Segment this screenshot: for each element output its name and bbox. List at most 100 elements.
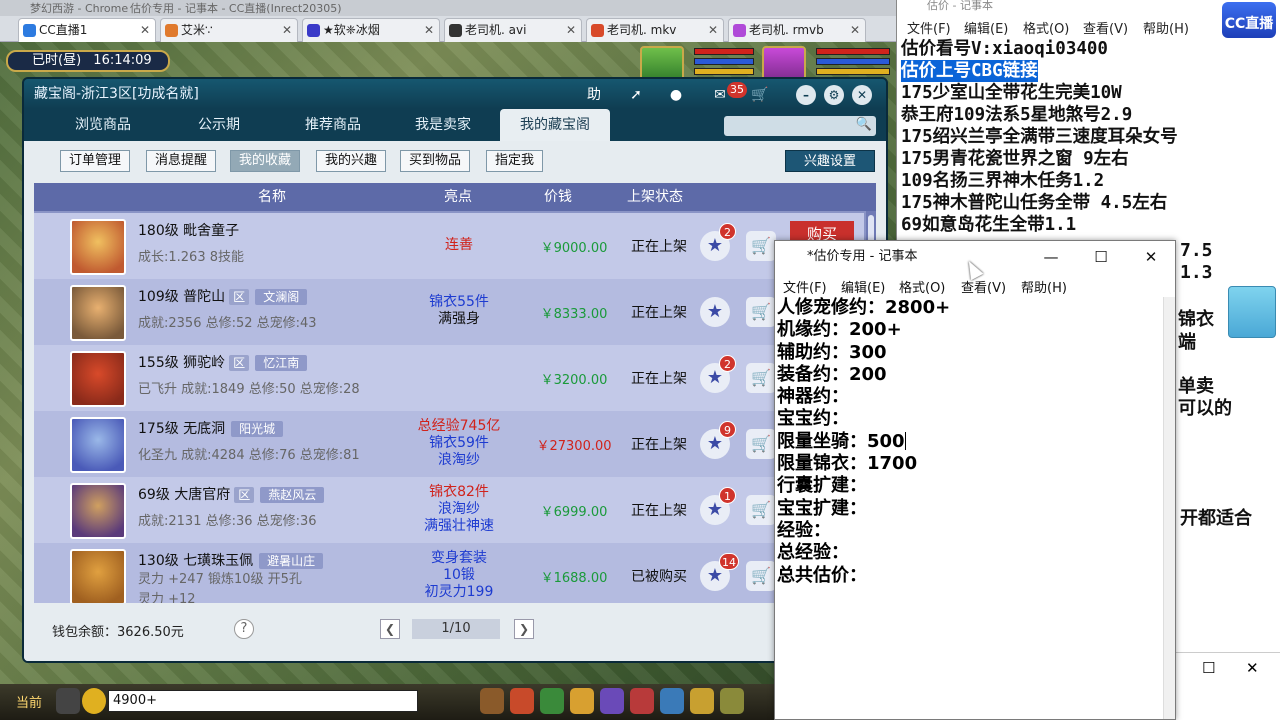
next-page-button[interactable]: ❯ — [514, 619, 534, 639]
table-row[interactable]: 180级 毗舍童子 成长:1.263 8技能 连善 ￥9000.00 正在上架 ★ 2 🛒 购买 — [34, 213, 864, 279]
add-to-cart-icon[interactable]: 🛒 — [746, 363, 776, 393]
add-to-cart-icon[interactable]: 🛒 — [746, 495, 776, 525]
item-name[interactable]: 175级 无底洞 阳光城 — [138, 418, 284, 438]
nav-tab[interactable]: 推荐商品 — [278, 109, 388, 141]
help-button[interactable]: 助 — [584, 85, 604, 105]
browser-tab[interactable]: 老司机. mkv ✕ — [586, 18, 724, 42]
browser-tab[interactable]: ★软❈冰烟 ✕ — [302, 18, 440, 42]
menu-file[interactable]: 文件(F) — [783, 277, 827, 296]
character-avatar[interactable] — [70, 549, 126, 603]
interest-settings-button[interactable]: 兴趣设置 — [785, 150, 875, 172]
bg-menu-file[interactable]: 文件(F) — [907, 18, 951, 37]
add-to-cart-icon[interactable]: 🛒 — [746, 429, 776, 459]
system-icon[interactable] — [660, 688, 684, 714]
search-input[interactable]: 🔍 — [724, 116, 876, 136]
add-to-cart-icon[interactable]: 🛒 — [746, 297, 776, 327]
prev-page-button[interactable]: ❮ — [380, 619, 400, 639]
item-name[interactable]: 155级 狮驼岭区忆江南 — [138, 352, 308, 372]
notepad-line: 宝宝约： — [777, 408, 1165, 430]
minimize-button[interactable]: — — [1027, 241, 1075, 273]
browser-tab[interactable]: 艾米∵ ✕ — [160, 18, 298, 42]
tab-label: 老司机. avi — [465, 23, 527, 37]
character-avatar[interactable] — [70, 483, 126, 539]
item-name-text: 69级 大唐官府 — [138, 487, 231, 503]
favorite-star-icon[interactable]: ★ — [700, 297, 730, 327]
nav-tab[interactable]: 我的藏宝阁 — [500, 109, 610, 141]
menu-format[interactable]: 格式(O) — [899, 277, 945, 296]
table-row[interactable]: 155级 狮驼岭区忆江南 已飞升 成就:1849 总修:50 总宠修:28 ￥320… — [34, 345, 864, 411]
tab-close-icon[interactable]: ✕ — [850, 19, 860, 41]
notepad-scrollbar[interactable] — [1163, 297, 1175, 719]
maximize-button[interactable]: ☐ — [1077, 241, 1125, 273]
item-name[interactable]: 180级 毗舍童子 — [138, 220, 239, 240]
search-icon[interactable]: 🔍 — [856, 117, 872, 132]
listing-status: 正在上架 — [631, 239, 687, 255]
tab-close-icon[interactable]: ✕ — [140, 19, 150, 41]
tab-close-icon[interactable]: ✕ — [424, 19, 434, 41]
skills-icon[interactable] — [510, 688, 534, 714]
minimize-icon[interactable]: – — [796, 85, 816, 105]
character-avatar[interactable] — [70, 351, 126, 407]
add-to-cart-icon[interactable]: 🛒 — [746, 561, 776, 591]
character-avatar[interactable] — [70, 285, 126, 341]
browser-tab[interactable]: CC直播1 ✕ — [18, 18, 156, 42]
guild-icon[interactable] — [630, 688, 654, 714]
emoji-icon[interactable] — [82, 688, 106, 714]
item-name[interactable]: 130级 七璜珠玉佩 避暑山庄 — [138, 550, 324, 570]
sub-tab-button[interactable]: 指定我 — [486, 150, 544, 172]
help-question-icon[interactable]: ? — [234, 619, 254, 639]
bg-close-icon[interactable]: ✕ — [1246, 659, 1259, 677]
notepad-line: 经验： — [777, 520, 1165, 542]
cart-icon[interactable]: 🛒 — [750, 85, 770, 105]
chat-input[interactable]: 4900+ — [108, 690, 418, 712]
sub-tab-button[interactable]: 我的收藏 — [230, 150, 301, 172]
chat-channel-label[interactable]: 当前 — [16, 692, 42, 711]
share-icon[interactable]: ➚ — [626, 85, 646, 105]
quest-icon[interactable] — [570, 688, 594, 714]
stop-icon[interactable]: ● — [666, 85, 686, 105]
notepad-text-area[interactable]: 人修宠修约：2800+ 机缘约：200+ 辅助约：300 装备约：200 神器约： 宝宝约… — [777, 297, 1165, 587]
browser-tab[interactable]: 老司机. rmvb ✕ — [728, 18, 866, 42]
menu-view[interactable]: 查看(V) — [961, 277, 1006, 296]
bg-maximize-icon[interactable]: ☐ — [1202, 659, 1215, 677]
bg-menu-view[interactable]: 查看(V) — [1083, 18, 1128, 37]
floating-widget[interactable] — [1228, 286, 1276, 338]
settings-icon[interactable]: ⚙ — [824, 85, 844, 105]
team-icon[interactable] — [540, 688, 564, 714]
bg-menu-help[interactable]: 帮助(H) — [1143, 18, 1189, 37]
shop-icon[interactable] — [690, 688, 714, 714]
bg-menu-format[interactable]: 格式(O) — [1023, 18, 1069, 37]
character-avatar[interactable] — [70, 219, 126, 275]
character-avatar[interactable] — [70, 417, 126, 473]
microphone-icon[interactable] — [56, 688, 80, 714]
item-name[interactable]: 69级 大唐官府区燕赵风云 — [138, 484, 325, 504]
tab-close-icon[interactable]: ✕ — [282, 19, 292, 41]
sub-tab-button[interactable]: 消息提醒 — [146, 150, 217, 172]
inventory-icon[interactable] — [480, 688, 504, 714]
item-price: ￥8333.00 — [540, 307, 608, 322]
item-price: ￥1688.00 — [540, 571, 608, 586]
close-icon[interactable]: ✕ — [852, 85, 872, 105]
sub-tab-button[interactable]: 买到物品 — [400, 150, 471, 172]
mail-icon[interactable] — [720, 688, 744, 714]
add-to-cart-icon[interactable]: 🛒 — [746, 231, 776, 261]
sub-tab-button[interactable]: 我的兴趣 — [316, 150, 387, 172]
nav-tab[interactable]: 我是卖家 — [388, 109, 498, 141]
menu-help[interactable]: 帮助(H) — [1021, 277, 1067, 296]
item-name[interactable]: 109级 普陀山区文澜阁 — [138, 286, 308, 306]
sub-tab-button[interactable]: 订单管理 — [60, 150, 131, 172]
tab-close-icon[interactable]: ✕ — [708, 19, 718, 41]
table-row[interactable]: 109级 普陀山区文澜阁 成就:2356 总修:52 总宠修:43 锦衣55件 满强身… — [34, 279, 864, 345]
bg-menu-edit[interactable]: 编辑(E) — [964, 18, 1008, 37]
table-row[interactable]: 130级 七璜珠玉佩 避暑山庄 灵力 +247 锻炼10级 开5孔 灵力 +12 变身套… — [34, 543, 864, 603]
table-row[interactable]: 175级 无底洞 阳光城 化圣九 成就:4284 总修:76 总宠修:81 总经验74… — [34, 411, 864, 477]
nav-tab[interactable]: 公示期 — [164, 109, 274, 141]
nav-tab[interactable]: 浏览商品 — [48, 109, 158, 141]
tab-close-icon[interactable]: ✕ — [566, 19, 576, 41]
server-tag: 忆江南 — [255, 355, 308, 371]
friends-icon[interactable] — [600, 688, 624, 714]
menu-edit[interactable]: 编辑(E) — [841, 277, 885, 296]
table-row[interactable]: 69级 大唐官府区燕赵风云 成就:2131 总修:36 总宠修:36 锦衣82件 浪淘… — [34, 477, 864, 543]
close-button[interactable]: ✕ — [1127, 241, 1175, 273]
browser-tab[interactable]: 老司机. avi ✕ — [444, 18, 582, 42]
